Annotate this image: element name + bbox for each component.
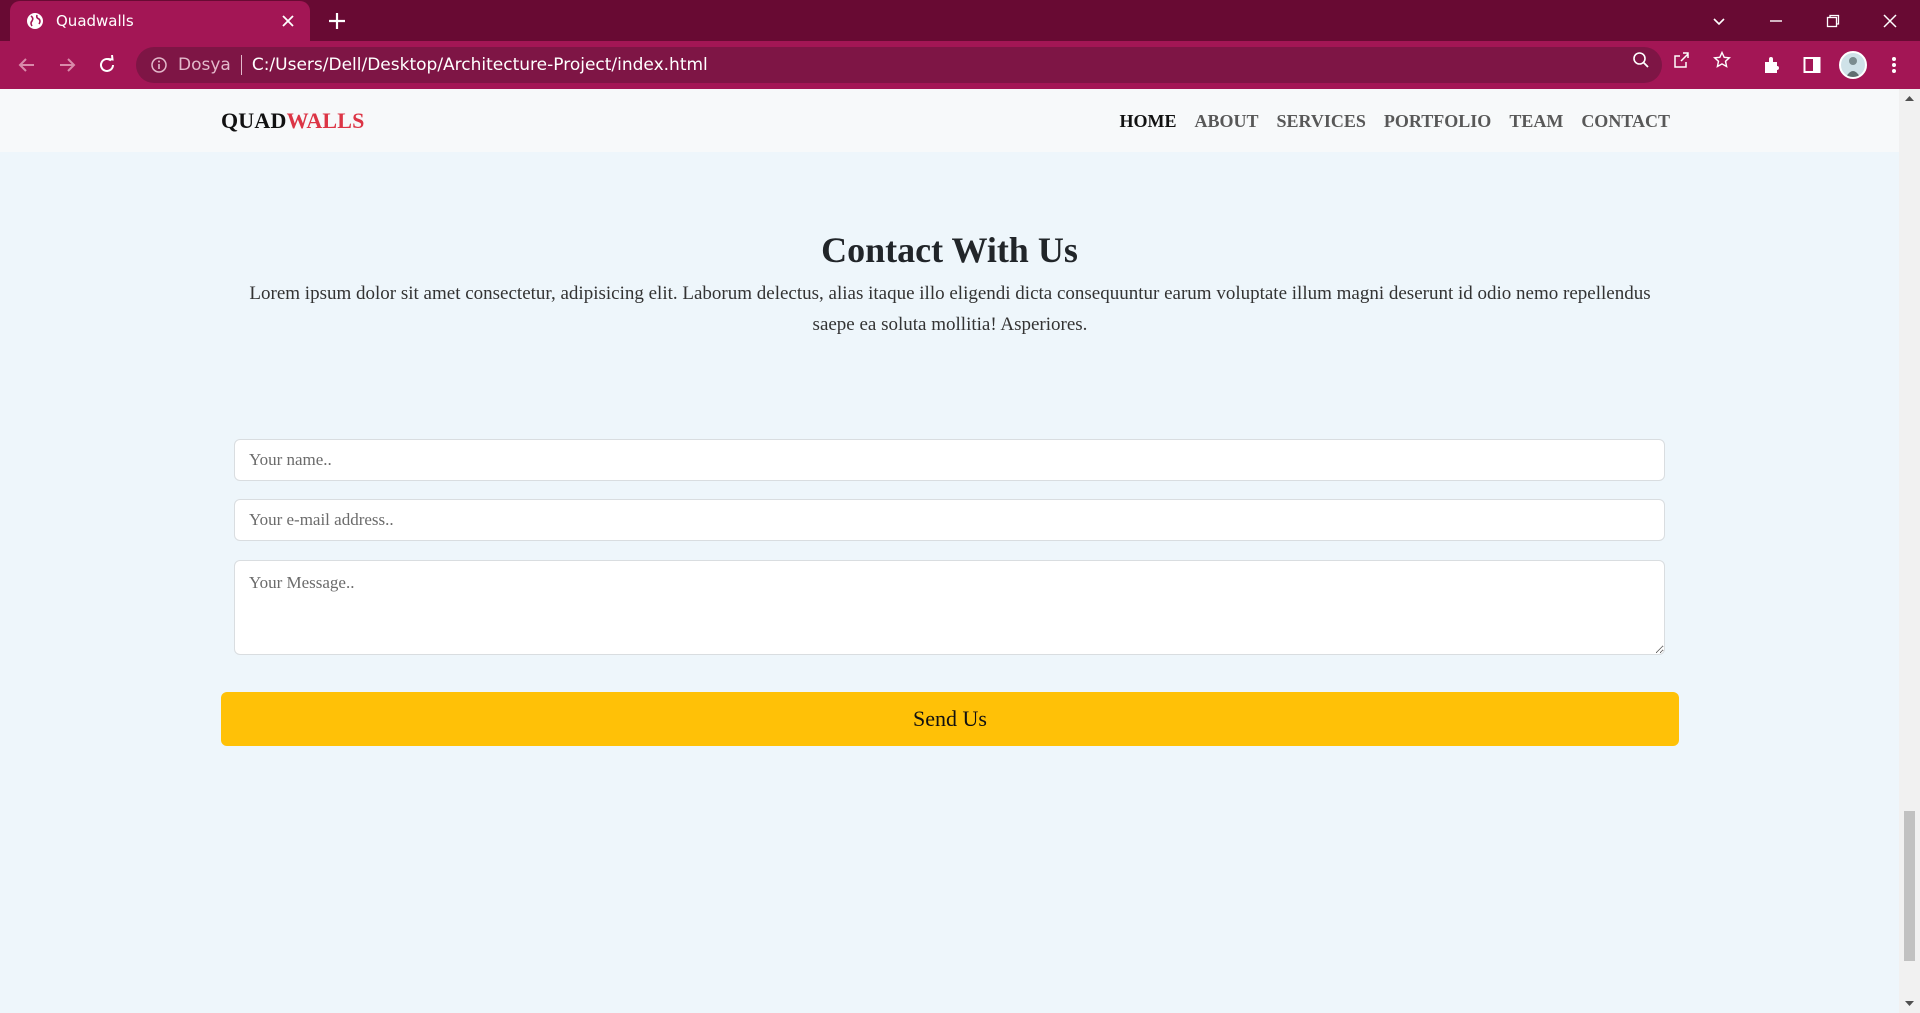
close-window-icon[interactable]	[1877, 8, 1903, 34]
bookmark-star-icon[interactable]	[1712, 50, 1732, 70]
browser-toolbar: Dosya C:/Users/Dell/Desktop/Architecture…	[0, 41, 1920, 89]
forward-arrow-icon[interactable]	[55, 53, 79, 77]
more-menu-icon[interactable]	[1882, 53, 1906, 77]
side-panel-icon[interactable]	[1800, 53, 1824, 77]
scroll-thumb[interactable]	[1904, 811, 1915, 961]
tab-search-icon[interactable]	[1706, 8, 1732, 34]
contact-heading: Contact With Us	[821, 230, 1078, 270]
profile-avatar[interactable]	[1839, 51, 1867, 79]
nav-link-contact[interactable]: CONTACT	[1581, 111, 1670, 132]
minimize-icon[interactable]	[1763, 8, 1789, 34]
address-bar[interactable]: Dosya C:/Users/Dell/Desktop/Architecture…	[136, 47, 1662, 83]
back-arrow-icon[interactable]	[15, 53, 39, 77]
nav-link-services[interactable]: SERVICES	[1277, 111, 1366, 132]
name-input[interactable]	[234, 439, 1665, 481]
brand-part-2: WALLS	[286, 108, 365, 133]
share-icon[interactable]	[1671, 50, 1691, 70]
restore-icon[interactable]	[1820, 8, 1846, 34]
site-logo[interactable]: QUADWALLS	[221, 108, 365, 134]
reload-icon[interactable]	[95, 53, 119, 77]
tab-title: Quadwalls	[56, 12, 134, 30]
extensions-icon[interactable]	[1760, 53, 1784, 77]
new-tab-icon[interactable]	[326, 10, 348, 32]
nav-link-about[interactable]: ABOUT	[1195, 111, 1259, 132]
send-button[interactable]: Send Us	[221, 692, 1679, 746]
tab-strip: Quadwalls	[0, 0, 1920, 41]
scroll-up-icon[interactable]	[1904, 93, 1915, 103]
site-info-label: Dosya	[178, 55, 231, 75]
url-text[interactable]: C:/Users/Dell/Desktop/Architecture-Proje…	[252, 55, 708, 75]
nav-link-team[interactable]: TEAM	[1509, 111, 1563, 132]
close-tab-icon[interactable]	[276, 9, 300, 33]
zoom-icon[interactable]	[1631, 50, 1651, 70]
brand-part-1: QUAD	[221, 108, 287, 133]
site-navbar: QUADWALLS HOME ABOUT SERVICES PORTFOLIO …	[0, 89, 1899, 152]
contact-description: Lorem ipsum dolor sit amet consectetur, …	[249, 283, 1651, 335]
address-separator	[240, 55, 242, 75]
site-menu: HOME ABOUT SERVICES PORTFOLIO TEAM CONTA…	[1120, 111, 1671, 132]
nav-link-home[interactable]: HOME	[1120, 111, 1177, 132]
globe-icon	[27, 13, 43, 29]
info-icon[interactable]	[150, 56, 168, 74]
email-input[interactable]	[234, 499, 1665, 541]
page-scrollbar[interactable]	[1899, 89, 1920, 1013]
nav-link-portfolio[interactable]: PORTFOLIO	[1384, 111, 1491, 132]
browser-tab[interactable]: Quadwalls	[10, 1, 310, 41]
scroll-down-icon[interactable]	[1904, 999, 1915, 1009]
message-textarea[interactable]	[234, 560, 1665, 655]
page-viewport: QUADWALLS HOME ABOUT SERVICES PORTFOLIO …	[0, 89, 1899, 1013]
